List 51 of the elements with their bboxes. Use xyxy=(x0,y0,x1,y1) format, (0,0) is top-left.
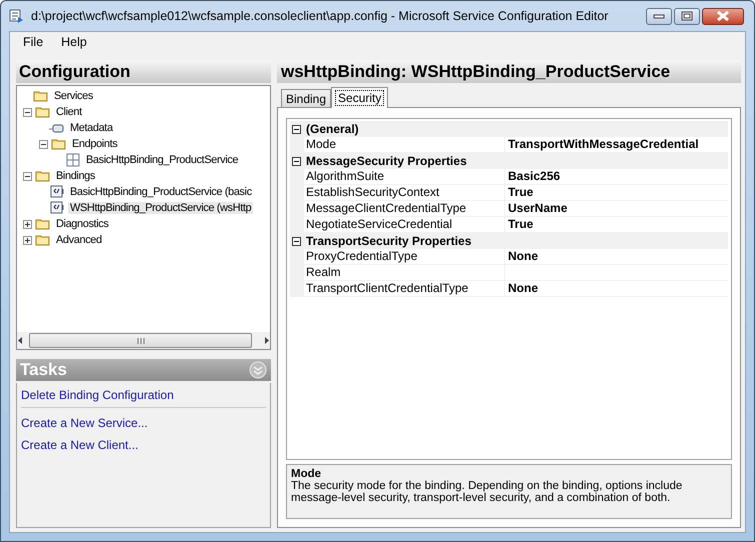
tree-item[interactable]: BasicHttpBinding_ProductService (basic xyxy=(68,186,254,198)
close-icon xyxy=(716,11,730,21)
editor-header: wsHttpBinding: WSHttpBinding_ProductService xyxy=(277,60,741,83)
tasks-title: Tasks xyxy=(20,360,67,380)
collapse-icon[interactable] xyxy=(39,140,48,148)
minimize-icon xyxy=(653,13,665,19)
tree-item[interactable]: Endpoints xyxy=(70,138,120,150)
binding-icon xyxy=(49,184,65,200)
tab[interactable]: Binding xyxy=(281,89,332,107)
expand-icon[interactable] xyxy=(23,220,32,228)
menu-item[interactable]: Help xyxy=(52,35,96,49)
task-link[interactable]: Delete Binding Configuration xyxy=(21,388,174,402)
collapse-chevron-icon xyxy=(249,361,267,379)
tree-item[interactable]: Services xyxy=(52,90,95,102)
task-link[interactable]: Create a New Service... xyxy=(21,416,148,430)
collapse-icon[interactable] xyxy=(292,124,301,134)
tree-item[interactable]: WSHttpBinding_ProductService (wsHttp xyxy=(68,202,254,214)
property-value[interactable]: None xyxy=(505,281,728,297)
tree-item[interactable]: Bindings xyxy=(54,170,97,182)
scroll-thumb[interactable] xyxy=(29,333,252,348)
category-label: TransportSecurity Properties xyxy=(306,234,472,248)
category-label: (General) xyxy=(306,122,359,136)
panel-header: Configuration xyxy=(16,60,271,83)
collapse-icon[interactable] xyxy=(23,172,32,180)
close-button[interactable] xyxy=(702,8,744,24)
binding-icon xyxy=(49,200,65,216)
collapse-icon[interactable] xyxy=(292,236,301,246)
task-link[interactable]: Create a New Client... xyxy=(21,438,138,452)
collapse-icon[interactable] xyxy=(292,156,301,166)
collapse-icon[interactable] xyxy=(23,108,32,116)
scroll-left-icon xyxy=(17,335,25,346)
app-icon xyxy=(9,8,25,24)
description-title: Mode xyxy=(291,468,322,480)
horizontal-scrollbar[interactable] xyxy=(17,331,270,349)
menu-item[interactable]: File xyxy=(14,35,52,49)
tab[interactable]: Security xyxy=(331,87,388,108)
expand-icon[interactable] xyxy=(23,236,32,244)
maximize-icon xyxy=(681,11,693,21)
endpoint-icon xyxy=(65,152,81,168)
tree-item[interactable]: Diagnostics xyxy=(54,218,110,230)
tree-item[interactable]: Metadata xyxy=(68,122,115,134)
category-label: MessageSecurity Properties xyxy=(306,154,467,168)
tree-item[interactable]: BasicHttpBinding_ProductService xyxy=(84,154,240,166)
minimize-button[interactable] xyxy=(646,8,672,24)
tree-item[interactable]: Client xyxy=(54,106,84,118)
maximize-button[interactable] xyxy=(674,8,700,24)
property-name[interactable]: TransportClientCredentialType xyxy=(304,281,505,297)
description-text: The security mode for the binding. Depending on the binding, options include message-level security, transport-level security, and a combination of both. xyxy=(291,480,682,504)
tree-item[interactable]: Advanced xyxy=(54,234,104,246)
scroll-right-icon xyxy=(262,335,270,346)
window-title: d:\project\wcf\wcfsample012\wcfsample.consoleclient\app.config - Microsoft Service Configuration Editor xyxy=(31,9,610,23)
